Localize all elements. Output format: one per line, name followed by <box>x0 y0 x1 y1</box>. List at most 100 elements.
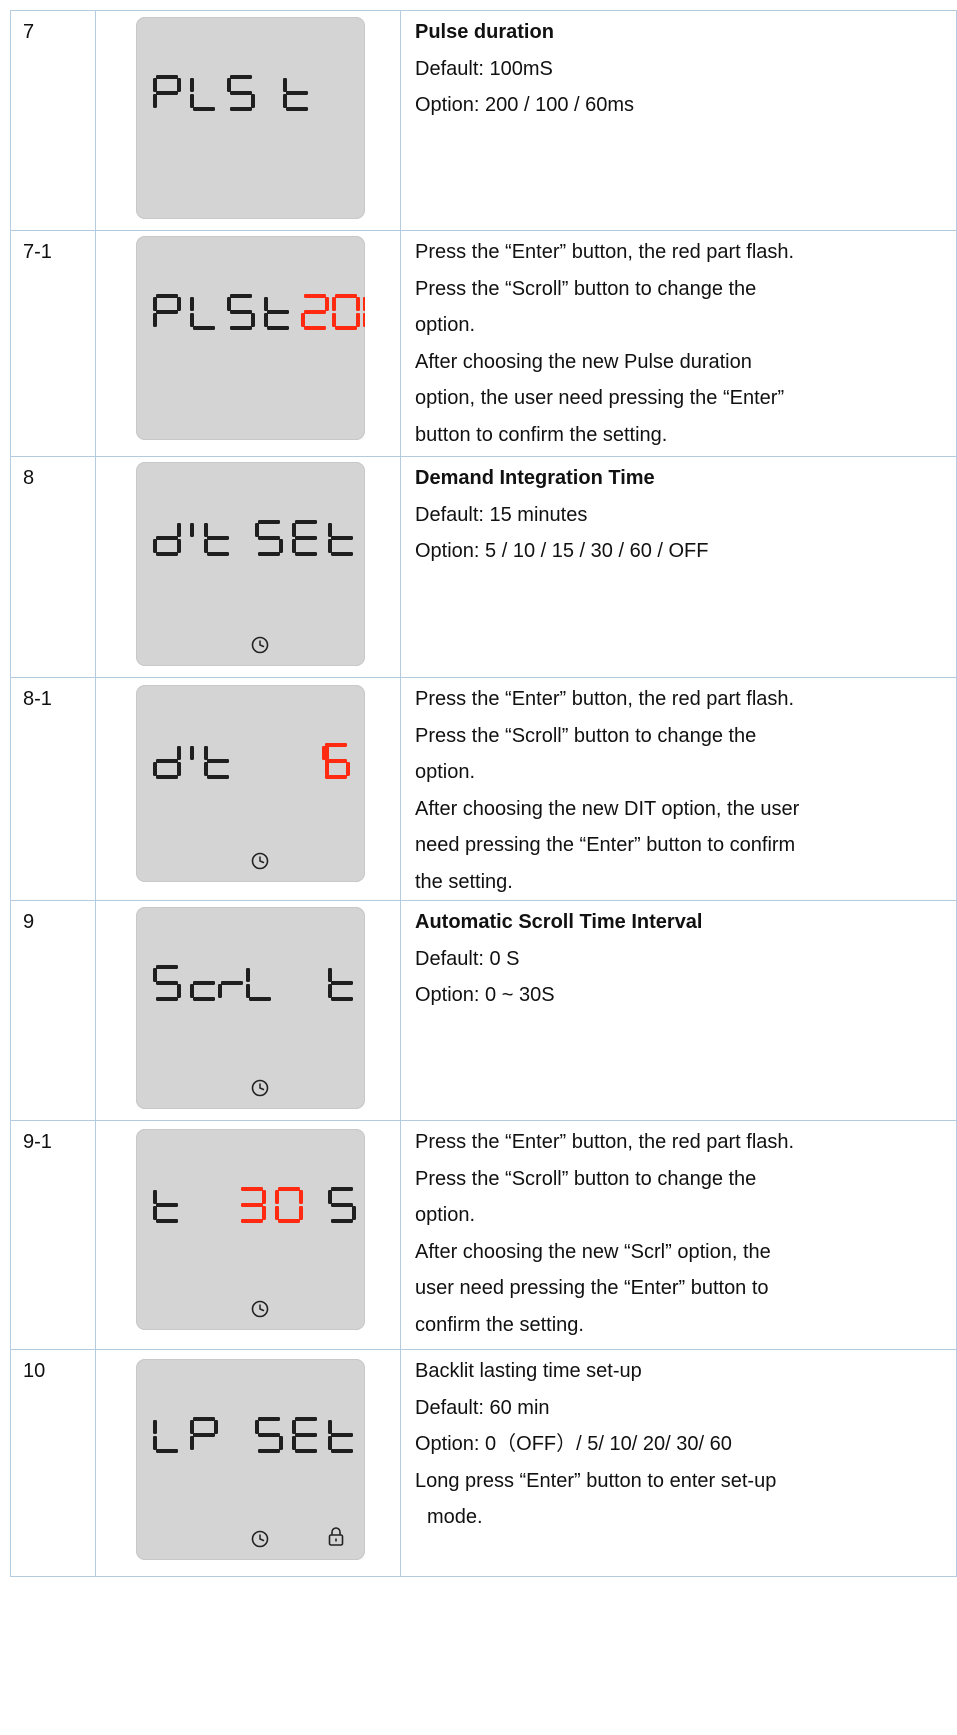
description-line: Option: 5 / 10 / 15 / 30 / 60 / OFF <box>415 540 709 562</box>
description-cell: Demand Integration Time Default: 15 minut… <box>400 456 957 678</box>
description-line: Press the “Scroll” button to change the <box>415 277 757 300</box>
table-row: 7-1 PLSt200 Press the “Enter” button, the … <box>10 230 957 457</box>
clock-icon <box>251 1300 269 1318</box>
description-line: After choosing the new Pulse duration <box>415 350 752 373</box>
description-line: option. <box>415 1204 476 1226</box>
table-row: 8dIt SEt Demand Integration Time Default:… <box>10 456 957 678</box>
lcd-digit <box>292 520 317 556</box>
lcd-display: dIt15 <box>136 685 365 882</box>
lcd-segments <box>153 520 353 654</box>
lcd-display: t S30 <box>136 1129 365 1330</box>
lcd-display: LP SEt <box>136 1359 365 1560</box>
description-cell: Pulse duration Default: 100mS Option: 200 … <box>400 10 957 231</box>
description-line: Long press “Enter” button to enter set-u… <box>415 1469 777 1492</box>
lcd-segments <box>153 1417 353 1548</box>
description-line: confirm the setting. <box>415 1313 584 1336</box>
lcd-segments <box>153 294 365 330</box>
lcd-digit <box>328 1187 356 1223</box>
lcd-red-digit <box>301 294 329 330</box>
description-line: button to confirm the setting. <box>415 423 668 446</box>
lcd-red-digit <box>332 294 360 330</box>
lcd-red-digit <box>363 297 365 327</box>
lcd-red-digit <box>275 1187 303 1223</box>
description-line: Press the “Scroll” button to change the <box>415 724 757 747</box>
lcd-red-digit <box>241 1187 266 1223</box>
lcd-digit <box>328 968 353 1001</box>
lcd-digit <box>153 965 181 1001</box>
lcd-display: PLS t <box>136 17 365 219</box>
lcd-segments <box>153 75 308 111</box>
lcd-digit <box>292 1417 317 1453</box>
description-line: option, the user need pressing the “Ente… <box>415 387 785 409</box>
step-number: 10 <box>10 1349 96 1577</box>
table-row: 9-1 t S30 Press the “Enter” button, the r… <box>10 1120 957 1350</box>
description-cell: Press the “Enter” button, the red part f… <box>400 1120 957 1350</box>
description-line: Press the “Enter” button, the red part f… <box>415 241 795 263</box>
settings-table: 7PLS t Pulse duration Default: 100mS Option… <box>10 10 957 1577</box>
lcd-digit <box>153 523 181 556</box>
lcd-display: PLSt200 <box>136 236 365 440</box>
description-line: After choosing the new “Scrl” option, th… <box>415 1240 771 1263</box>
description-line: Default: 0 S <box>415 947 520 970</box>
description-line: Default: 60 min <box>415 1396 550 1419</box>
lcd-digit <box>153 294 181 327</box>
lcd-digit <box>328 523 353 556</box>
lcd-digit <box>153 75 181 108</box>
lock-icon <box>328 1527 344 1546</box>
table-row: 8-1 dIt15 Press the “Enter” button, the r… <box>10 677 957 901</box>
description-line: the setting. <box>415 870 513 893</box>
description-line: option. <box>415 761 476 783</box>
clock-icon <box>251 636 269 654</box>
lcd-cell: PLS t <box>95 10 401 231</box>
description-cell: Press the “Enter” button, the red part f… <box>400 677 957 901</box>
lcd-cell: t S30 <box>95 1120 401 1350</box>
description-cell: Backlit lasting time set-up Default: 60 m… <box>400 1349 957 1577</box>
description-line: Default: 100mS <box>415 57 553 80</box>
description-line: Option: 0（OFF）/ 5/ 10/ 20/ 30/ 60 <box>415 1433 732 1455</box>
lcd-display: dIt SEt <box>136 462 365 666</box>
lcd-cell: LP SEt <box>95 1349 401 1577</box>
lcd-cell: ScrL t <box>95 900 401 1121</box>
lcd-display: ScrL t <box>136 907 365 1109</box>
description-line: Press the “Enter” button, the red part f… <box>415 688 795 710</box>
description-line: option. <box>415 314 476 336</box>
description-line: Default: 15 minutes <box>415 503 588 526</box>
step-number: 9 <box>10 900 96 1121</box>
table-row: 10LP SEt Backlit lasting time set-up Defa… <box>10 1349 957 1577</box>
lcd-digit <box>190 981 215 1001</box>
lcd-digit <box>153 1420 178 1453</box>
step-number: 7-1 <box>10 230 96 457</box>
description-line: mode. <box>427 1506 483 1528</box>
step-number: 8-1 <box>10 677 96 901</box>
step-number: 7 <box>10 10 96 231</box>
step-number: 9-1 <box>10 1120 96 1350</box>
lcd-cell: PLSt200 <box>95 230 401 457</box>
description-cell: Automatic Scroll Time Interval Default: 0… <box>400 900 957 1121</box>
lcd-digit <box>190 746 194 760</box>
lcd-digit <box>190 523 194 537</box>
lcd-digit <box>255 1417 283 1453</box>
lcd-digit <box>190 1417 218 1450</box>
setting-title: Demand Integration Time <box>415 467 655 489</box>
lcd-digit <box>190 297 215 330</box>
description-line: user need pressing the “Enter” button to <box>415 1277 769 1299</box>
description-line: Option: 200 / 100 / 60ms <box>415 94 635 116</box>
lcd-digit <box>255 520 283 556</box>
description-line: Press the “Scroll” button to change the <box>415 1167 757 1190</box>
lcd-digit <box>328 1420 353 1453</box>
lcd-segments <box>153 965 353 1097</box>
description-line: After choosing the new DIT option, the u… <box>415 797 800 820</box>
lcd-segments <box>153 1187 356 1318</box>
description-line: Backlit lasting time set-up <box>415 1360 642 1382</box>
lcd-digit <box>246 968 271 1001</box>
lcd-digit <box>190 78 215 111</box>
description-line: need pressing the “Enter” button to conf… <box>415 834 796 856</box>
lcd-digit <box>283 78 308 111</box>
lcd-digit <box>264 297 289 330</box>
lcd-digit <box>204 523 229 556</box>
lcd-digit <box>218 981 243 998</box>
lcd-digit <box>227 294 255 330</box>
description-cell: Press the “Enter” button, the red part f… <box>400 230 957 457</box>
clock-icon <box>251 852 269 870</box>
description-line: Option: 0 ~ 30S <box>415 984 555 1006</box>
